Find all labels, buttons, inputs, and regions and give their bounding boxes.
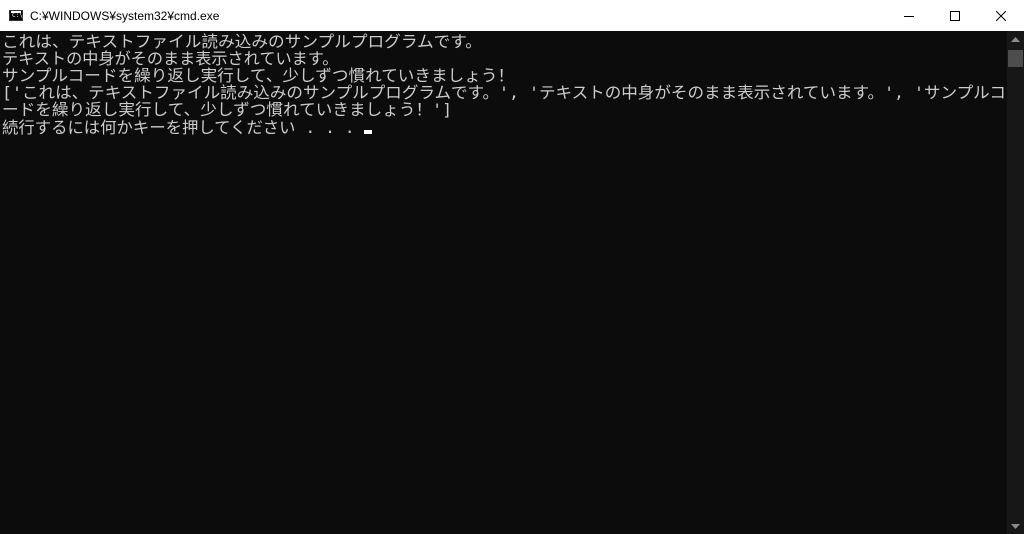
- scroll-up-button[interactable]: [1007, 31, 1024, 48]
- caption-buttons: [886, 0, 1024, 31]
- maximize-icon: [950, 10, 960, 21]
- minimize-button[interactable]: [886, 0, 932, 31]
- title-bar[interactable]: C:\. C:¥WINDOWS¥system32¥cmd.exe: [0, 0, 1024, 31]
- text-cursor: [364, 130, 373, 134]
- cmd-prompt-icon-text: C:\.: [12, 12, 27, 19]
- cmd-window: C:\. C:¥WINDOWS¥system32¥cmd.exe これは、テキス…: [0, 0, 1024, 534]
- cmd-prompt-icon[interactable]: C:\.: [9, 10, 27, 21]
- window-title: C:¥WINDOWS¥system32¥cmd.exe: [30, 8, 220, 23]
- minimize-icon: [904, 15, 914, 17]
- console-line: ードを繰り返し実行して、少しずつ慣れていきましょう！']: [2, 100, 453, 119]
- console-prompt-line: 続行するには何かキーを押してください . . .: [2, 118, 373, 137]
- chevron-down-icon: [1011, 523, 1020, 529]
- close-button[interactable]: [978, 0, 1024, 31]
- chevron-up-icon: [1011, 36, 1020, 42]
- scrollbar-thumb[interactable]: [1008, 50, 1023, 67]
- maximize-button[interactable]: [932, 0, 978, 31]
- console-output[interactable]: これは、テキストファイル読み込みのサンプルプログラムです。 テキストの中身がその…: [0, 31, 1007, 534]
- scroll-down-button[interactable]: [1007, 517, 1024, 534]
- console-prompt-text: 続行するには何かキーを押してください . . .: [2, 118, 365, 137]
- close-icon: [996, 10, 1006, 21]
- vertical-scrollbar[interactable]: [1007, 31, 1024, 534]
